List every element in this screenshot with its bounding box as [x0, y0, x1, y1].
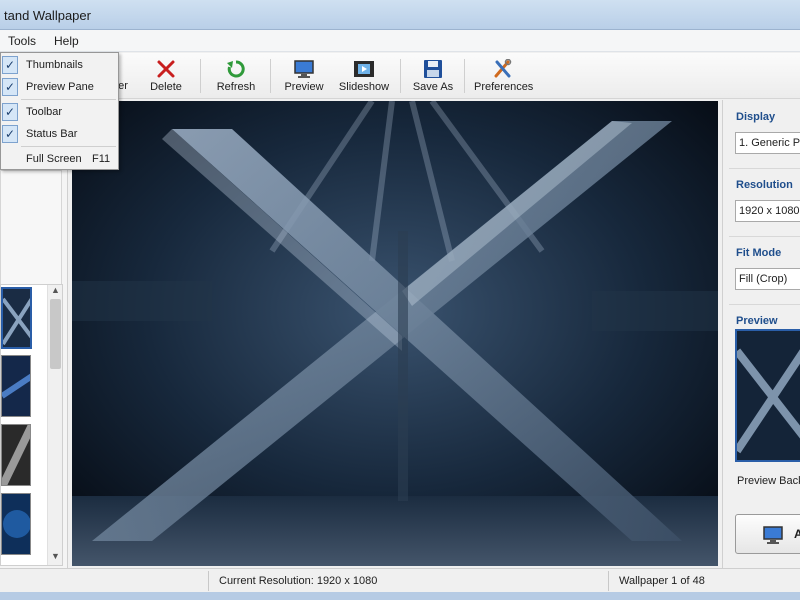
delete-label: Delete: [150, 81, 182, 93]
toolbar-separator: [400, 59, 401, 93]
menu-item-label: Status Bar: [26, 128, 78, 140]
thumbnail-item[interactable]: [1, 355, 31, 417]
thumbnail-item[interactable]: [1, 424, 31, 486]
delete-icon: [155, 59, 177, 79]
thumbnail-list[interactable]: ▲ ▼: [0, 284, 63, 566]
menu-item-label: Preview Pane: [26, 81, 94, 93]
checkmark-icon: ✓: [2, 78, 18, 96]
window-frame: [0, 592, 800, 600]
slideshow-button[interactable]: Slideshow: [338, 55, 390, 97]
scrollbar-thumb[interactable]: [50, 299, 61, 369]
monitor-icon: [293, 59, 315, 79]
window-title: tand Wallpaper: [4, 8, 91, 23]
menu-item-label: Thumbnails: [26, 59, 83, 71]
status-bar: Current Resolution: 1920 x 1080 Wallpape…: [0, 568, 800, 592]
wallpaper-view: [72, 101, 718, 566]
toolbar: der Delete Refresh Preview Slideshow Sav…: [0, 53, 800, 99]
menu-help[interactable]: Help: [50, 34, 83, 48]
save-as-label: Save As: [412, 81, 454, 93]
thumbnail-scrollbar[interactable]: ▲ ▼: [47, 285, 62, 565]
toolbar-separator: [464, 59, 465, 93]
menu-item-toolbar[interactable]: ✓ Toolbar: [1, 101, 118, 123]
menu-item-shortcut: F11: [92, 153, 111, 165]
refresh-label: Refresh: [216, 81, 256, 93]
fit-mode-label: Fit Mode: [736, 247, 782, 259]
status-separator: [208, 571, 209, 591]
settings-pane: Display 1. Generic PnP Resolution 1920 x…: [722, 100, 800, 568]
menu-item-full-screen[interactable]: Full Screen F11: [1, 148, 118, 170]
tools-icon: [492, 58, 514, 79]
menu-tools[interactable]: Tools: [4, 34, 40, 48]
view-menu-dropdown: ✓ Thumbnails ✓ Preview Pane ✓ Toolbar ✓ …: [0, 52, 119, 170]
menu-separator: [21, 99, 116, 100]
title-bar: tand Wallpaper: [0, 0, 800, 30]
menu-item-label: Toolbar: [26, 106, 63, 118]
film-icon: [353, 59, 375, 79]
menu-item-thumbnails[interactable]: ✓ Thumbnails: [1, 54, 118, 76]
preview-label: Preview: [736, 315, 778, 327]
thumbnail-item[interactable]: [1, 287, 32, 349]
floppy-disk-icon: [422, 59, 444, 79]
resolution-label: Resolution: [736, 179, 793, 191]
menu-item-preview-pane[interactable]: ✓ Preview Pane: [1, 76, 118, 98]
menu-item-status-bar[interactable]: ✓ Status Bar: [1, 123, 118, 145]
scroll-down-icon[interactable]: ▼: [48, 551, 63, 564]
preferences-label: Preferences: [474, 81, 534, 93]
save-as-button[interactable]: Save As: [412, 55, 454, 97]
display-select[interactable]: 1. Generic PnP: [735, 132, 800, 154]
menu-item-label: Full Screen: [26, 153, 82, 165]
resolution-select[interactable]: 1920 x 1080 (: [735, 200, 800, 222]
preferences-button[interactable]: Preferences: [474, 55, 534, 97]
display-label: Display: [736, 111, 776, 123]
checkmark-icon: ✓: [2, 125, 18, 143]
delete-button[interactable]: Delete: [146, 55, 186, 97]
apply-button[interactable]: A: [735, 514, 800, 554]
checkmark-icon: ✓: [2, 56, 18, 74]
apply-label: A: [794, 527, 800, 541]
checkmark-icon: ✓: [2, 103, 18, 121]
fit-mode-select[interactable]: Fill (Crop): [735, 268, 800, 290]
toolbar-separator: [270, 59, 271, 93]
status-resolution: Current Resolution: 1920 x 1080: [219, 575, 378, 587]
menu-bar: Tools Help: [0, 30, 800, 52]
divider: [729, 304, 800, 305]
status-separator: [608, 571, 609, 591]
thumbnail-item[interactable]: [1, 493, 31, 555]
preview-button[interactable]: Preview: [282, 55, 326, 97]
status-count: Wallpaper 1 of 48: [619, 575, 705, 587]
preview-background-label: Preview Backg: [737, 475, 800, 487]
monitor-icon: [762, 525, 784, 548]
refresh-icon: [225, 59, 247, 79]
wallpaper-image: [72, 101, 718, 566]
preview-label: Preview: [284, 81, 324, 93]
menu-separator: [21, 146, 116, 147]
scroll-up-icon[interactable]: ▲: [48, 285, 63, 298]
slideshow-label: Slideshow: [338, 81, 390, 93]
divider: [729, 168, 800, 169]
toolbar-separator: [200, 59, 201, 93]
refresh-button[interactable]: Refresh: [214, 55, 258, 97]
preview-thumbnail: [735, 329, 800, 462]
divider: [729, 236, 800, 237]
